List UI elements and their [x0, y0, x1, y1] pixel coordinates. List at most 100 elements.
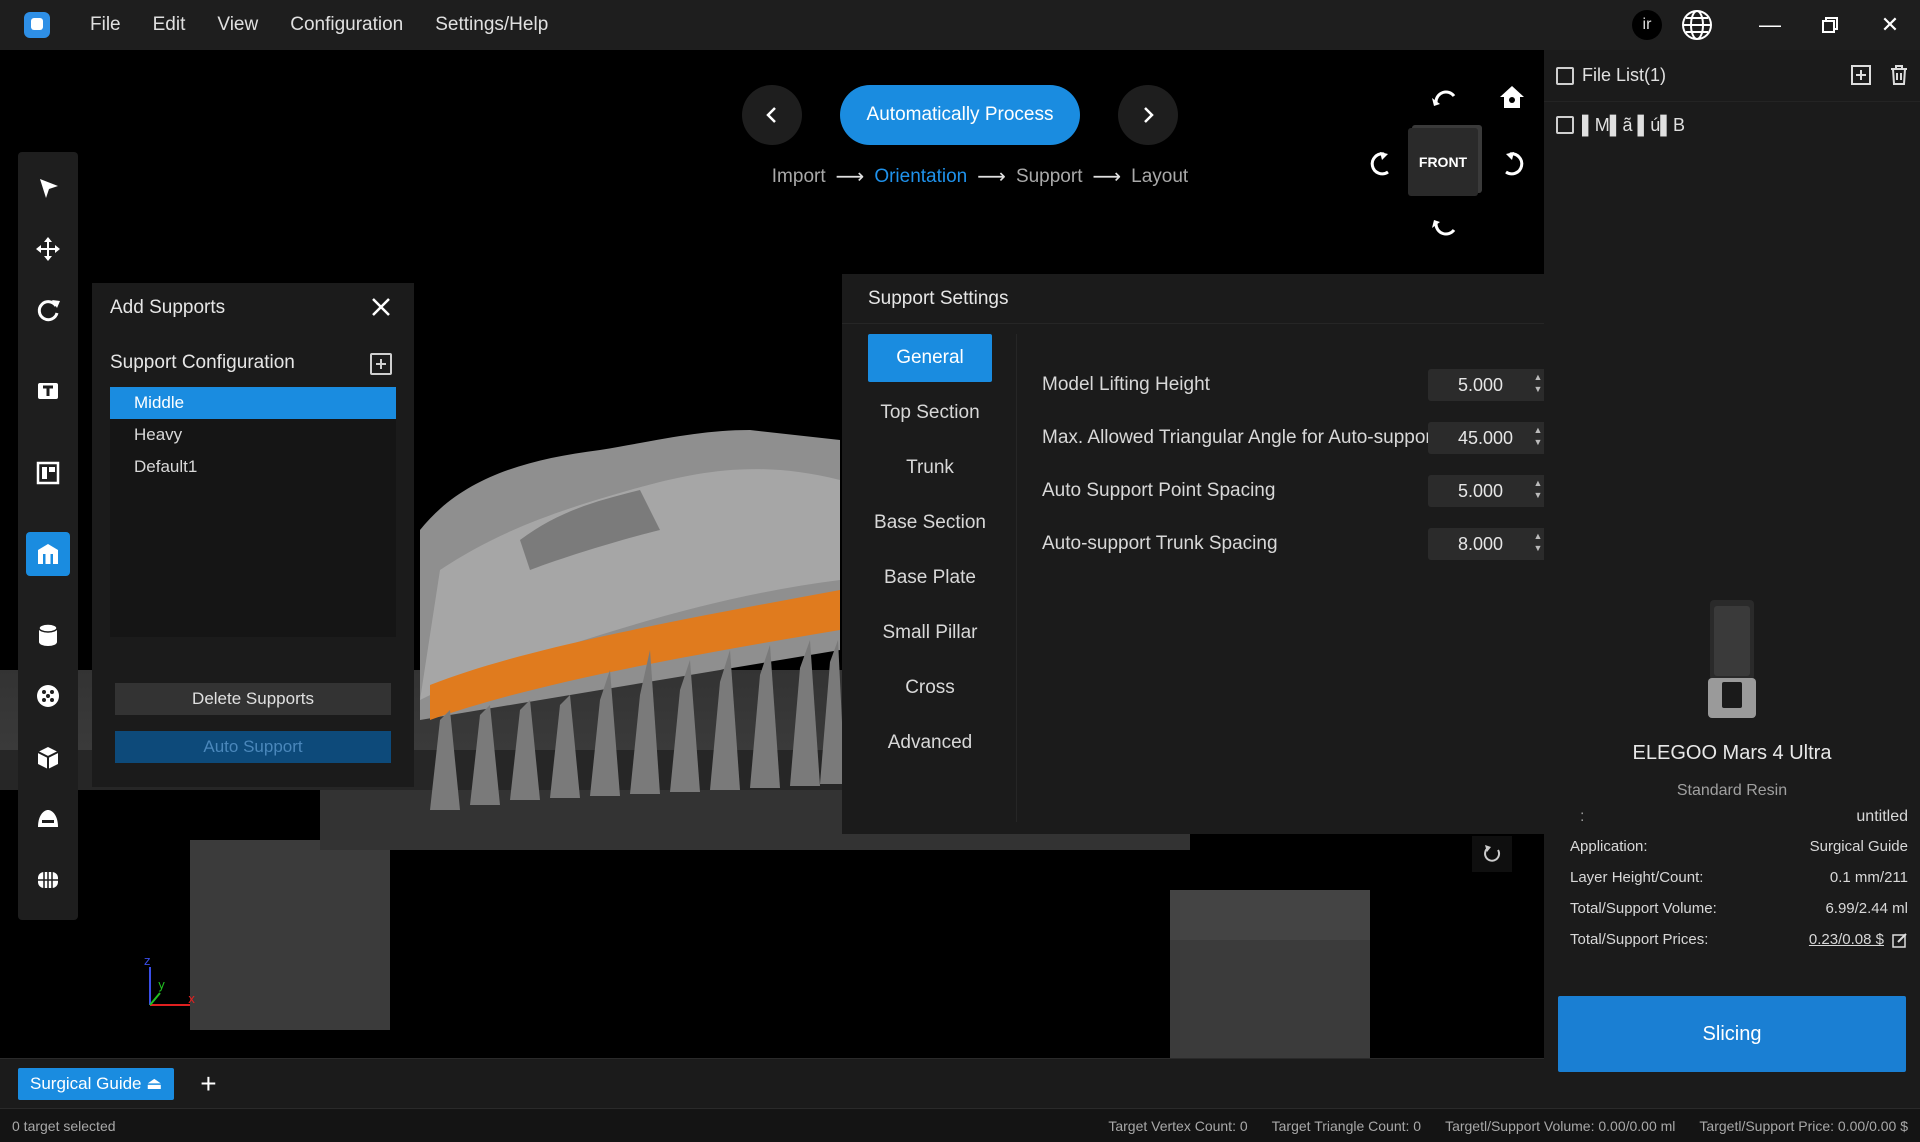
guide-icon	[38, 810, 58, 828]
auto-support-button[interactable]: Auto Support	[115, 731, 391, 763]
view-cube-face: FRONT	[1418, 154, 1468, 170]
edit-icon[interactable]	[1892, 932, 1908, 948]
status-triangle: Target Triangle Count: 0	[1271, 1117, 1422, 1134]
move-icon	[36, 236, 60, 261]
add-supports-tool[interactable]	[26, 532, 70, 576]
menu-settings-help[interactable]: Settings/Help	[435, 14, 548, 36]
rotate-tool[interactable]	[26, 289, 70, 332]
select-all-checkbox[interactable]	[1556, 66, 1574, 85]
settings-tabs: General Top Section Trunk Base Section B…	[842, 334, 1017, 822]
delete-supports-button[interactable]: Delete Supports	[115, 683, 391, 715]
chevron-left-icon	[766, 107, 776, 123]
max-angle-input[interactable]: 45.000 ▲ ▼	[1428, 421, 1548, 454]
add-config-icon[interactable]	[370, 353, 392, 375]
tab-base-plate[interactable]: Base Plate	[868, 554, 992, 602]
menu-bar: File Edit View Configuration Settings/He…	[90, 14, 580, 36]
cube-tool[interactable]	[26, 736, 70, 779]
menu-configuration[interactable]: Configuration	[290, 14, 403, 36]
rotate-icon	[37, 300, 60, 322]
support-config-label: Support Configuration	[110, 352, 295, 373]
price-link[interactable]: 0.23/0.08 $	[1809, 931, 1884, 948]
tab-general[interactable]: General	[868, 334, 992, 382]
model-lifting-height-input[interactable]: 5.000 ▲ ▼	[1428, 368, 1548, 401]
home-view-icon[interactable]	[1497, 82, 1527, 112]
arrow-right-icon: ⟶	[835, 166, 865, 188]
step-layout[interactable]: Layout	[1131, 166, 1188, 188]
spin-arrows-icon[interactable]: ▲ ▼	[1532, 477, 1544, 505]
file-row[interactable]: ▌M▌ã ▌ú▌B	[1544, 102, 1920, 148]
printer-leg-top	[1170, 890, 1370, 940]
field-row: Model Lifting Height 5.000 ▲▼ mm	[1042, 358, 1592, 411]
tab-trunk[interactable]: Trunk	[868, 444, 992, 492]
layout-tool[interactable]	[26, 451, 70, 494]
step-import[interactable]: Import	[772, 166, 826, 188]
file-name[interactable]: ▌M▌ã ▌ú▌B	[1582, 115, 1685, 136]
config-item-middle[interactable]: Middle	[110, 387, 396, 419]
app-logo-icon	[24, 12, 50, 38]
prev-step-button[interactable]	[742, 85, 802, 145]
minimize-button[interactable]: —	[1740, 0, 1800, 50]
step-orientation[interactable]: Orientation	[874, 166, 967, 188]
menu-edit[interactable]: Edit	[153, 14, 186, 36]
printer-image	[1708, 600, 1756, 718]
hole-tool[interactable]	[26, 675, 70, 718]
support-settings-panel: Support Settings General Top Section Tru…	[842, 274, 1612, 834]
next-step-button[interactable]	[1118, 85, 1178, 145]
rotate-right-icon[interactable]	[1498, 150, 1528, 180]
rotate-down-icon[interactable]	[1430, 214, 1460, 244]
label-colon: :	[1580, 808, 1585, 825]
auto-process-button[interactable]: Automatically Process	[840, 85, 1080, 145]
window-controls: ir — ✕	[1632, 0, 1920, 50]
move-tool[interactable]	[26, 227, 70, 270]
status-volume: Targetl/Support Volume: 0.00/0.00 ml	[1445, 1117, 1676, 1134]
view-cube[interactable]: FRONT	[1408, 128, 1478, 196]
slicing-button[interactable]: Slicing	[1558, 996, 1906, 1072]
svg-text:z: z	[144, 955, 150, 968]
model-with-supports[interactable]	[400, 420, 860, 820]
tab-advanced[interactable]: Advanced	[868, 719, 992, 767]
spin-arrows-icon[interactable]: ▲ ▼	[1532, 371, 1544, 399]
field-label: Model Lifting Height	[1042, 373, 1210, 395]
guide-tool[interactable]	[26, 797, 70, 840]
close-icon[interactable]	[370, 296, 392, 318]
text-tool[interactable]	[26, 370, 70, 413]
point-spacing-input[interactable]: 5.000 ▲ ▼	[1428, 474, 1548, 507]
rotate-left-icon[interactable]	[1366, 150, 1396, 180]
config-item-default1[interactable]: Default1	[110, 451, 396, 483]
tab-top-section[interactable]: Top Section	[868, 389, 992, 437]
add-tab-icon[interactable]: +	[200, 1068, 216, 1100]
tab-cross[interactable]: Cross	[868, 664, 992, 712]
trunk-spacing-input[interactable]: 8.000 ▲ ▼	[1428, 527, 1548, 560]
hollow-tool[interactable]	[26, 614, 70, 657]
left-toolbar	[18, 152, 78, 920]
add-supports-panel: Add Supports Support Configuration Middl…	[92, 283, 414, 787]
process-steps: Import ⟶ Orientation ⟶ Support ⟶ Layout	[700, 164, 1260, 189]
globe-icon[interactable]	[1680, 8, 1714, 42]
tab-small-pillar[interactable]: Small Pillar	[868, 609, 992, 657]
chevron-right-icon	[1144, 107, 1154, 123]
printer-name[interactable]: ELEGOO Mars 4 Ultra	[1544, 742, 1920, 765]
step-support[interactable]: Support	[1016, 166, 1083, 188]
add-file-icon[interactable]	[1850, 64, 1872, 86]
tab-surgical-guide[interactable]: Surgical Guide ⏏	[18, 1067, 175, 1100]
menu-file[interactable]: File	[90, 14, 121, 36]
select-tool[interactable]	[26, 166, 70, 209]
avatar[interactable]: ir	[1632, 10, 1662, 40]
field-row: Auto-support Trunk Spacing 8.000 ▲▼ mm	[1042, 517, 1592, 570]
field-label: Max. Allowed Triangular Angle for Auto-s…	[1042, 426, 1438, 448]
field-label: Auto-support Trunk Spacing	[1042, 532, 1278, 554]
config-item-heavy[interactable]: Heavy	[110, 419, 396, 451]
teeth-tool[interactable]	[26, 859, 70, 902]
menu-view[interactable]: View	[217, 14, 258, 36]
reset-icon[interactable]	[1472, 836, 1512, 872]
trash-icon[interactable]	[1888, 64, 1910, 86]
cylinder-icon	[38, 623, 58, 647]
file-checkbox[interactable]	[1556, 116, 1574, 134]
close-window-button[interactable]: ✕	[1860, 0, 1920, 50]
spin-arrows-icon[interactable]: ▲ ▼	[1532, 424, 1544, 452]
tab-base-section[interactable]: Base Section	[868, 499, 992, 547]
rotate-up-icon[interactable]	[1430, 82, 1460, 112]
field-label: Auto Support Point Spacing	[1042, 479, 1276, 501]
restore-button[interactable]	[1800, 0, 1860, 50]
spin-arrows-icon[interactable]: ▲ ▼	[1532, 530, 1544, 558]
